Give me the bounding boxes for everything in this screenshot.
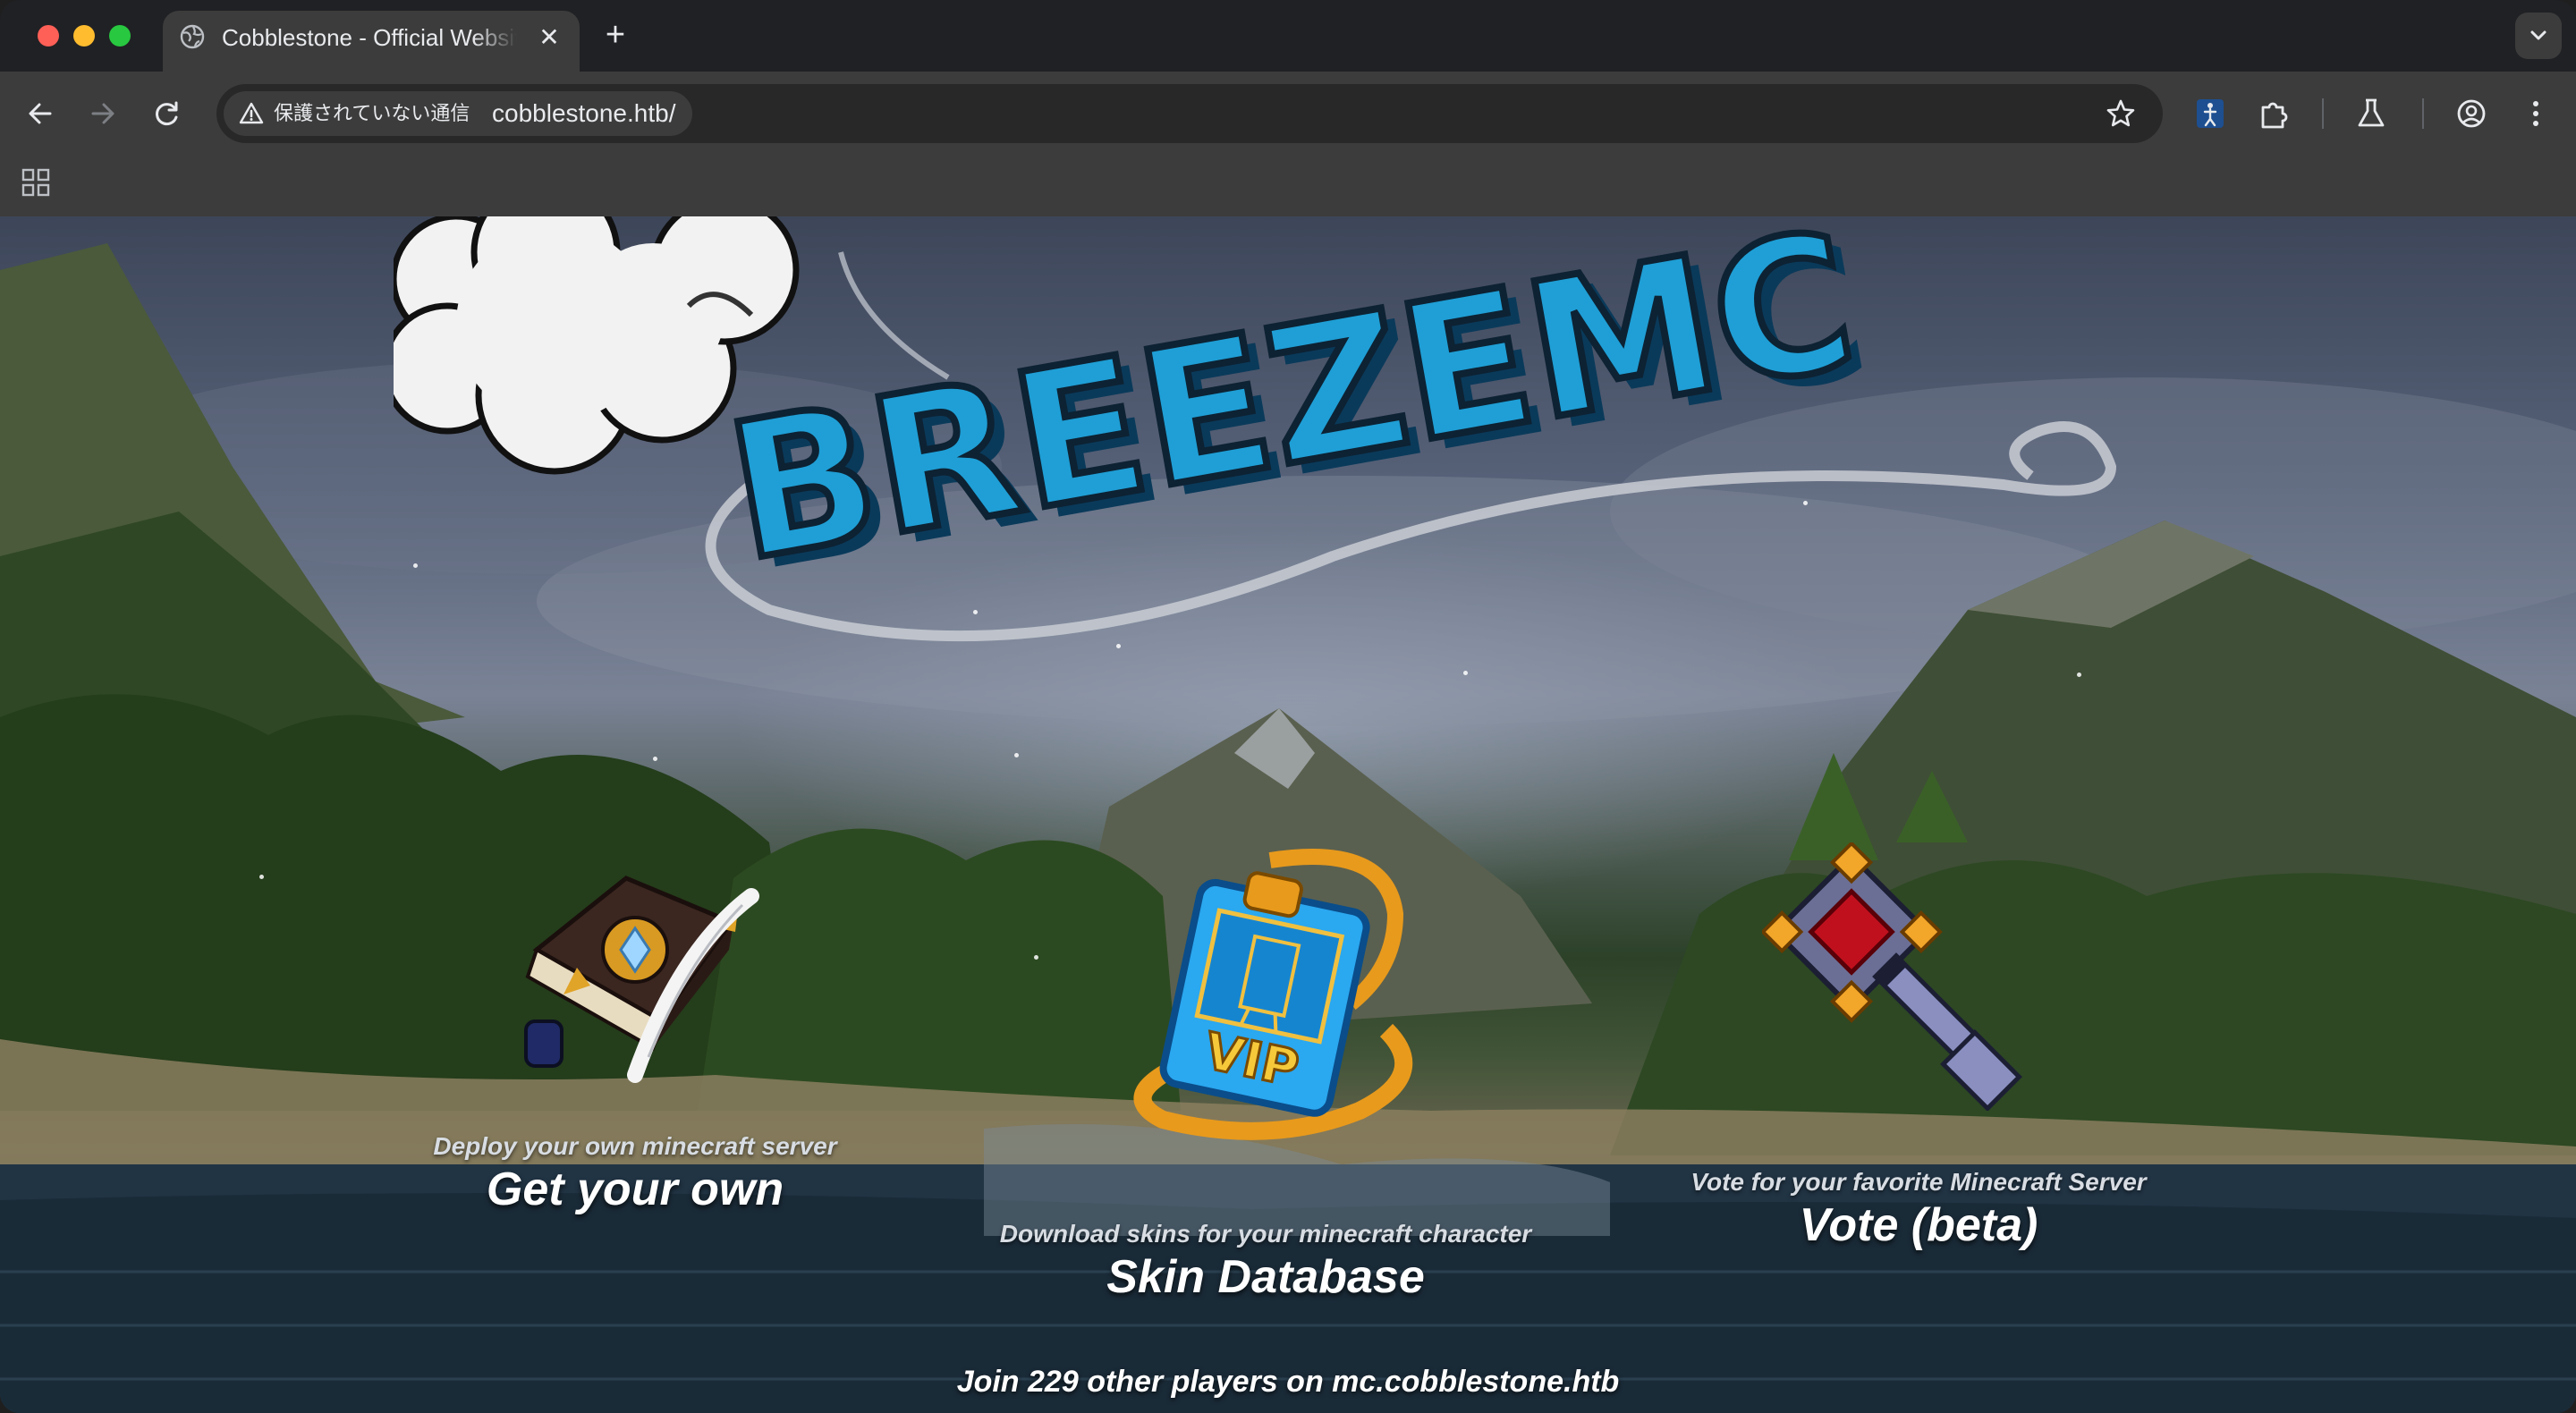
apps-grid-icon[interactable] bbox=[20, 166, 52, 199]
chevron-down-icon bbox=[2530, 30, 2546, 40]
profile-icon[interactable] bbox=[2449, 91, 2494, 136]
sparkle bbox=[1034, 955, 1038, 960]
sparkle bbox=[653, 757, 657, 761]
extensions-puzzle-icon[interactable] bbox=[2252, 91, 2297, 136]
browser-window: Cobblestone - Official Website ✕ + 保護されて… bbox=[0, 0, 2576, 1413]
feature-title[interactable]: Get your own bbox=[402, 1163, 868, 1216]
reload-icon[interactable] bbox=[145, 91, 190, 136]
tab-title: Cobblestone - Official Website bbox=[222, 24, 517, 51]
security-label: 保護されていない通信 bbox=[274, 102, 470, 124]
feature-title[interactable]: Skin Database bbox=[921, 1250, 1610, 1304]
web-page: BREEZEMC BREEZEMC Deploy your own minecr… bbox=[0, 216, 2576, 1413]
sparkle bbox=[1014, 753, 1019, 757]
tab-search-button[interactable] bbox=[2515, 13, 2562, 59]
close-window-button[interactable] bbox=[38, 25, 59, 47]
tab-active[interactable]: Cobblestone - Official Website ✕ bbox=[163, 11, 580, 72]
extension-accessibility-icon[interactable] bbox=[2188, 91, 2233, 136]
feature-subtitle: Vote for your favorite Minecraft Server bbox=[1690, 1168, 2147, 1196]
warning-icon bbox=[239, 102, 264, 124]
bookmarks-bar bbox=[0, 156, 2576, 216]
browser-toolbar: 保護されていない通信 cobblestone.htb/ bbox=[0, 72, 2576, 156]
sparkle bbox=[2077, 673, 2081, 677]
more-menu-icon[interactable] bbox=[2513, 91, 2558, 136]
sparkle bbox=[259, 875, 264, 879]
tab-close-button[interactable]: ✕ bbox=[533, 21, 565, 54]
back-icon[interactable] bbox=[18, 91, 63, 136]
minimize-window-button[interactable] bbox=[73, 25, 95, 47]
url-text[interactable]: cobblestone.htb/ bbox=[492, 97, 676, 131]
new-tab-button[interactable]: + bbox=[597, 18, 633, 54]
tab-strip: Cobblestone - Official Website ✕ + bbox=[0, 0, 2576, 72]
breezemc-logo: BREEZEMC BREEZEMC bbox=[394, 216, 2117, 642]
sparkle bbox=[1463, 671, 1468, 675]
vip-pass-icon: VIP bbox=[1133, 849, 1413, 1140]
globe-icon bbox=[180, 24, 205, 49]
feature-subtitle: Deploy your own minecraft server bbox=[433, 1132, 837, 1160]
spellbook-icon bbox=[524, 876, 759, 1083]
feature-title[interactable]: Vote (beta) bbox=[1664, 1198, 2174, 1252]
toolbar-separator bbox=[2322, 98, 2324, 129]
feature-subtitle: Download skins for your minecraft charac… bbox=[999, 1220, 1532, 1248]
address-bar[interactable]: 保護されていない通信 cobblestone.htb/ bbox=[216, 84, 2163, 143]
maximize-window-button[interactable] bbox=[109, 25, 131, 47]
ruby-key-icon bbox=[1762, 842, 2022, 1111]
player-count-footer: Join 229 other players on mc.cobblestone… bbox=[956, 1365, 1620, 1399]
forward-icon[interactable] bbox=[80, 91, 125, 136]
logo-text: BREEZEMC bbox=[715, 216, 1869, 603]
bookmark-star-icon[interactable] bbox=[2104, 97, 2138, 131]
toolbar-separator bbox=[2422, 98, 2424, 129]
labs-flask-icon[interactable] bbox=[2349, 91, 2394, 136]
